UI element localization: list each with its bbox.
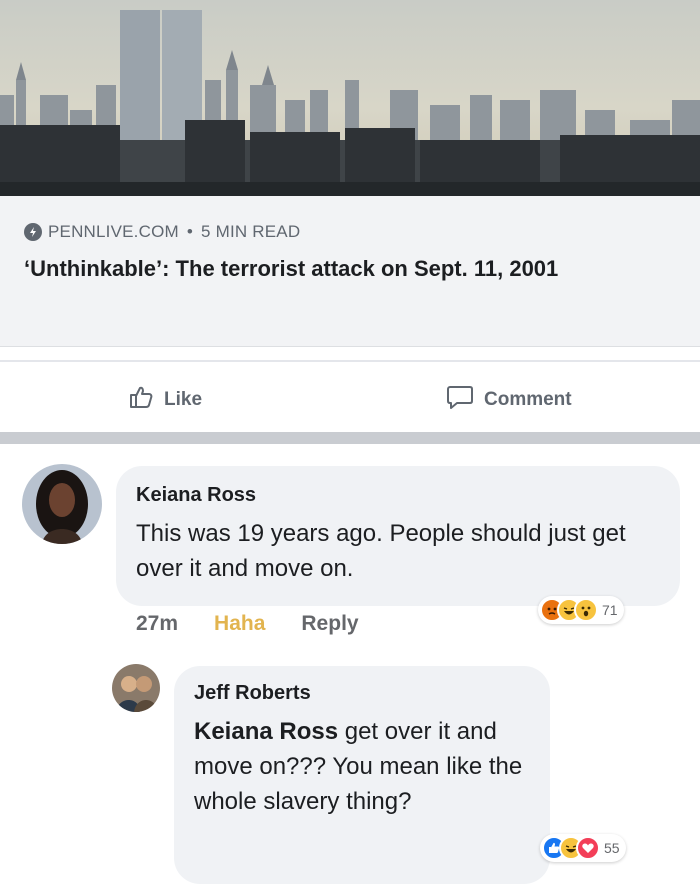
source-line: PENNLIVE.COM • 5 MIN READ [24,222,300,242]
comment-author[interactable]: Jeff Roberts [194,682,311,705]
article-headline[interactable]: ‘Unthinkable’: The terrorist attack on S… [24,253,674,284]
reply-link[interactable]: Reply [301,612,358,636]
link-icon [24,223,42,241]
like-button[interactable]: Like [128,384,202,416]
reaction-summary[interactable]: 55 [540,834,626,862]
action-bar-divider [0,360,700,362]
reaction-summary[interactable]: 71 [538,596,624,624]
avatar[interactable] [112,664,160,712]
comment-timestamp[interactable]: 27m [136,612,178,636]
source-separator: • [186,222,194,241]
reaction-count: 71 [602,602,618,618]
comment-text: Keiana Ross get over it and move on??? Y… [194,714,534,819]
mention-tag[interactable]: Keiana Ross [194,718,338,745]
like-label: Like [164,389,203,410]
section-divider [0,432,700,444]
read-time: 5 MIN READ [201,222,301,241]
post-action-bar: Like Comment [0,360,700,432]
reaction-link[interactable]: Haha [214,612,265,636]
reaction-count: 55 [604,840,620,856]
comment-bubble: Jeff Roberts Keiana Ross get over it and… [174,666,550,884]
love-reaction-icon [576,836,600,860]
comment-button[interactable]: Comment [446,384,572,416]
comments-section: Keiana Ross This was 19 years ago. Peopl… [0,444,700,894]
thumbs-up-icon [128,384,154,416]
comment-bubble-icon [446,384,474,416]
avatar[interactable] [22,464,102,544]
comment-meta: 27m Haha Reply [136,612,359,636]
comment-author[interactable]: Keiana Ross [136,484,256,507]
wow-reaction-icon [574,598,598,622]
article-thumbnail[interactable] [0,0,700,196]
comment-text: This was 19 years ago. People should jus… [136,520,626,582]
source-domain[interactable]: PENNLIVE.COM [48,222,179,242]
comment-label: Comment [484,389,572,410]
skyline-image [0,0,700,196]
comment-bubble: Keiana Ross This was 19 years ago. Peopl… [116,466,680,606]
